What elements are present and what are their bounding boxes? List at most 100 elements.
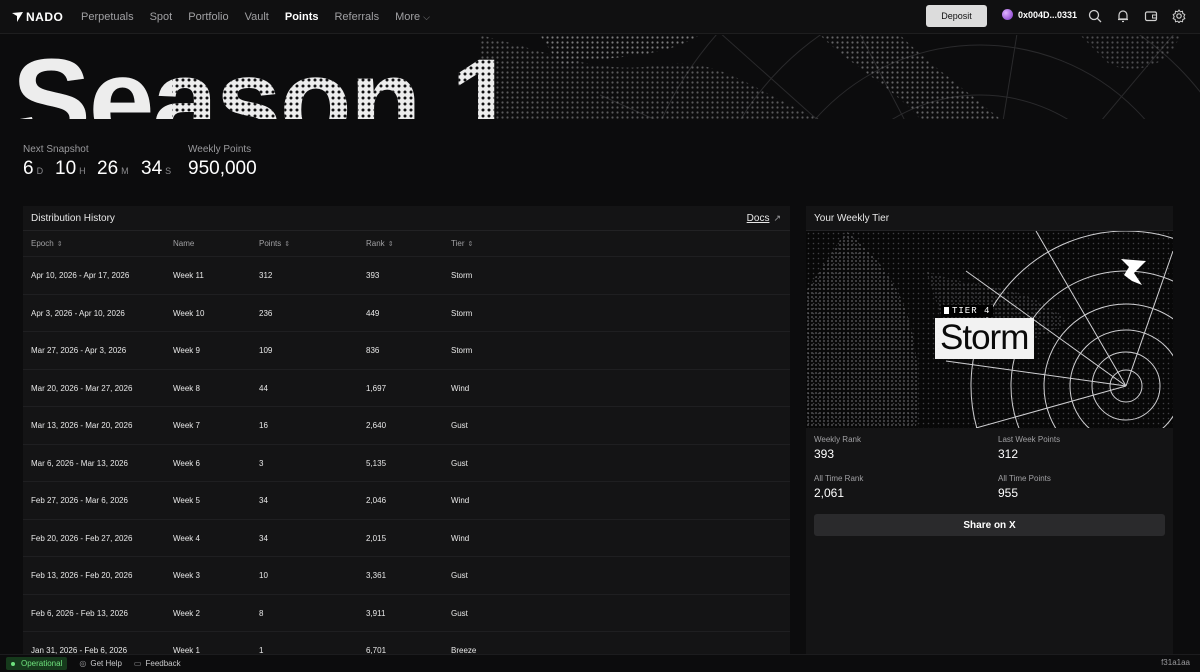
docs-link[interactable]: Docs ↗ — [747, 213, 781, 224]
tier-cell: Gust — [451, 571, 468, 580]
rank-cell: 449 — [366, 308, 380, 318]
points-cell: 236 — [259, 308, 273, 318]
points-cell: 8 — [259, 608, 264, 618]
column-header-tier[interactable]: Tier ⇕ — [451, 239, 473, 248]
all-time-points-value: 955 — [998, 486, 1019, 500]
tier-name: Storm — [935, 318, 1035, 359]
tier-cell: Gust — [451, 608, 468, 618]
weekly-points-label: Weekly Points — [188, 144, 252, 155]
tier-tag-square-icon — [944, 307, 949, 314]
share-on-x-button[interactable]: Share on X — [814, 514, 1165, 536]
column-header-epoch-label: Epoch — [31, 239, 54, 248]
countdown-minutes-value: 26 — [97, 158, 119, 179]
brand-logo[interactable]: NADO — [12, 10, 72, 24]
table-row: Apr 10, 2026 - Apr 17, 2026 Week 11 312 393… — [23, 256, 790, 293]
epoch-cell: Mar 20, 2026 - Mar 27, 2026 — [31, 383, 133, 393]
countdown-days-value: 6 — [23, 158, 34, 179]
points-cell: 312 — [259, 271, 273, 280]
name-cell: Week 7 — [173, 421, 200, 430]
tier-cell: Storm — [451, 346, 473, 355]
countdown-seconds-value: 34 — [141, 158, 163, 179]
bell-icon[interactable] — [1116, 9, 1130, 23]
all-time-rank-label: All Time Rank — [814, 474, 864, 483]
epoch-cell: Apr 3, 2026 - Apr 10, 2026 — [31, 308, 125, 318]
nav-link-perpetuals[interactable]: Perpetuals — [81, 11, 134, 23]
tier-level-label: TIER 4 — [952, 306, 991, 316]
countdown-seconds: 34 S — [141, 158, 171, 180]
top-nav: NADO Perpetuals Spot Portfolio Vault Poi… — [0, 0, 1200, 34]
wallet-avatar — [1002, 9, 1013, 20]
nav-links: Perpetuals Spot Portfolio Vault Points R… — [81, 11, 446, 23]
chevron-down-icon: ⌵ — [423, 11, 430, 22]
name-cell: Week 10 — [173, 308, 205, 318]
tier-cell: Wind — [451, 383, 470, 393]
tier-cell: Wind — [451, 496, 470, 505]
epoch-cell: Apr 10, 2026 - Apr 17, 2026 — [31, 271, 130, 280]
points-page: NADO Perpetuals Spot Portfolio Vault Poi… — [0, 0, 1200, 672]
column-header-rank[interactable]: Rank ⇕ — [366, 239, 394, 248]
nav-link-points[interactable]: Points — [285, 11, 319, 23]
table-row: Mar 6, 2026 - Mar 13, 2026 Week 6 3 5,135 Gu… — [23, 443, 790, 481]
epoch-cell: Mar 6, 2026 - Mar 13, 2026 — [31, 458, 128, 468]
column-header-name: Name — [173, 239, 194, 248]
get-help-link[interactable]: ◎ Get Help — [79, 659, 122, 668]
table-row: Feb 27, 2026 - Mar 6, 2026 Week 5 34 2,046 W… — [23, 481, 790, 518]
points-cell: 10 — [259, 571, 268, 580]
status-label: Operational — [21, 659, 63, 668]
status-dot-icon — [11, 661, 15, 666]
countdown-minutes: 26 M — [97, 158, 129, 180]
gear-icon[interactable] — [1172, 9, 1186, 23]
tier-cell: Wind — [451, 533, 470, 543]
weekly-tier-header: Your Weekly Tier — [806, 206, 1173, 231]
sort-icon: ⇕ — [56, 241, 63, 248]
feedback-link[interactable]: ▭ Feedback — [134, 659, 181, 668]
status-footer: Operational ◎ Get Help ▭ Feedback f31a1aa — [0, 654, 1200, 672]
wallet-address: 0x004D...0331 — [1018, 9, 1078, 20]
wallet-button[interactable]: 0x004D...0331 — [1002, 9, 1077, 20]
nav-link-portfolio[interactable]: Portfolio — [188, 11, 228, 23]
all-time-points-label: All Time Points — [998, 474, 1051, 483]
rank-cell: 836 — [366, 346, 380, 355]
all-time-rank-value: 2,061 — [814, 486, 845, 500]
sort-icon: ⇕ — [467, 241, 474, 248]
tier-level-tag: TIER 4 — [941, 305, 994, 317]
nav-link-more[interactable]: More ⌵ — [395, 11, 430, 23]
nav-link-referrals[interactable]: Referrals — [334, 11, 379, 23]
table-row: Feb 13, 2026 - Feb 20, 2026 Week 3 10 3,361… — [23, 556, 790, 593]
column-header-epoch[interactable]: Epoch ⇕ — [31, 239, 63, 248]
search-icon[interactable] — [1088, 9, 1102, 23]
points-cell: 3 — [259, 458, 264, 468]
sort-icon: ⇕ — [284, 241, 291, 248]
deposit-button[interactable]: Deposit — [926, 5, 987, 27]
countdown-minutes-unit: M — [121, 166, 129, 176]
status-badge[interactable]: Operational — [6, 657, 68, 670]
table-row: Mar 13, 2026 - Mar 20, 2026 Week 7 16 2,640… — [23, 406, 790, 443]
nav-link-more-label: More — [395, 10, 421, 23]
rank-cell: 3,911 — [366, 608, 386, 618]
nav-link-spot[interactable]: Spot — [150, 11, 173, 23]
rank-cell: 2,640 — [366, 421, 387, 430]
name-cell: Week 2 — [173, 608, 200, 618]
brand-name: NADO — [26, 9, 64, 24]
weekly-rank-value: 393 — [814, 447, 835, 461]
points-cell: 44 — [259, 383, 268, 393]
tier-cell: Gust — [451, 421, 468, 430]
name-cell: Week 11 — [173, 271, 204, 280]
docs-link-label: Docs — [746, 213, 770, 224]
table-row: Feb 6, 2026 - Feb 13, 2026 Week 2 8 3,911 Gu… — [23, 593, 790, 631]
wallet-icon[interactable] — [1144, 9, 1158, 23]
nav-link-vault[interactable]: Vault — [245, 11, 269, 23]
name-cell: Week 6 — [173, 458, 200, 468]
distribution-history-header: Distribution History Docs ↗ — [23, 206, 790, 231]
column-header-points[interactable]: Points ⇕ — [259, 239, 290, 248]
epoch-cell: Feb 27, 2026 - Mar 6, 2026 — [31, 496, 128, 505]
column-header-points-label: Points — [259, 239, 282, 248]
sort-icon: ⇕ — [387, 241, 394, 248]
last-week-points-value: 312 — [998, 447, 1019, 461]
rank-cell: 1,697 — [366, 383, 387, 393]
build-hash: f31a1aa — [1161, 658, 1190, 667]
countdown-hours-unit: H — [79, 166, 86, 176]
tier-cell: Storm — [451, 308, 473, 318]
tier-cell: Gust — [451, 458, 468, 468]
name-cell: Week 4 — [173, 533, 200, 543]
